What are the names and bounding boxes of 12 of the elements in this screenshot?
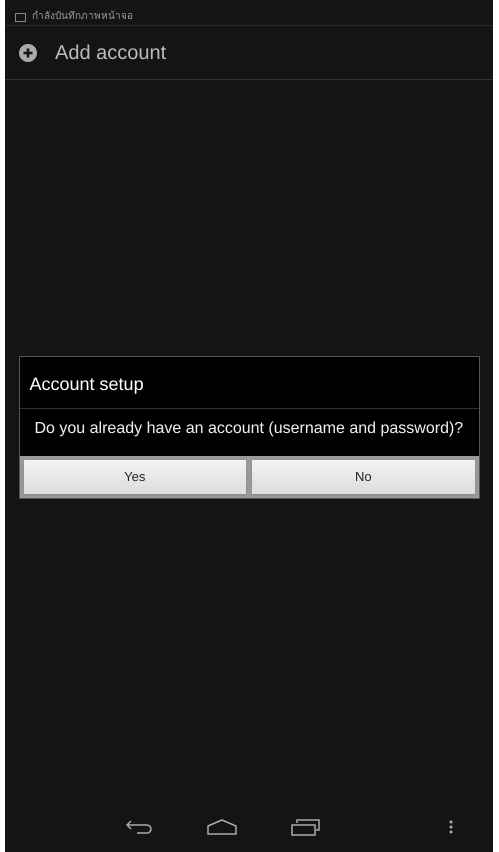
dialog-button[interactable]: Yes (24, 460, 246, 494)
back-icon[interactable] (125, 820, 153, 834)
dialog-message: Do you already have an account (username and password)? (34, 418, 464, 438)
dialog-title: Account setup (20, 356, 478, 408)
home-icon[interactable] (207, 819, 237, 835)
notification-text: กำลังบันทึกภาพหน้าจอ (32, 11, 133, 23)
dialog-button[interactable]: No (252, 460, 474, 494)
screenshot-icon (15, 13, 26, 23)
recent-apps-icon[interactable] (291, 818, 321, 836)
add-icon[interactable] (19, 44, 37, 62)
header-title: Add account (55, 40, 166, 66)
more-icon[interactable] (449, 820, 453, 834)
